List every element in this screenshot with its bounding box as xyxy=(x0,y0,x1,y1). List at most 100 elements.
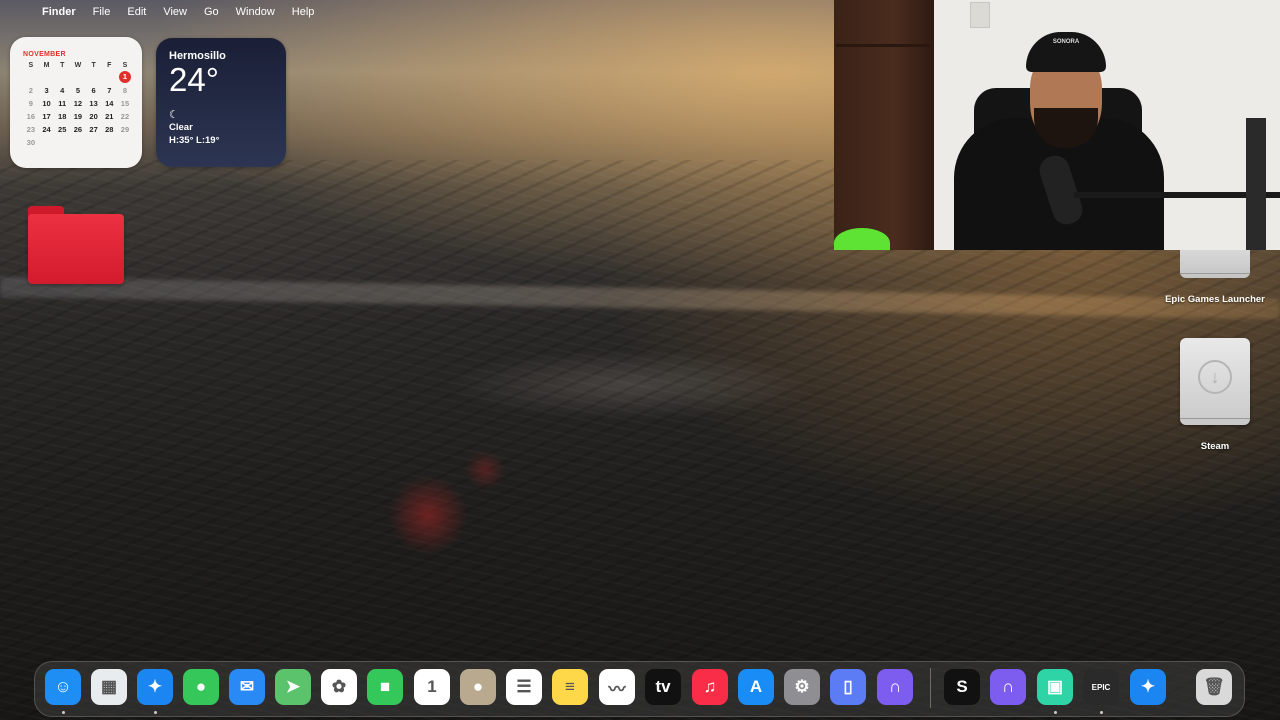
calendar-day: 30 xyxy=(26,138,36,147)
facetime-icon[interactable]: ■ xyxy=(367,669,403,705)
menu-help[interactable]: Help xyxy=(292,6,315,18)
weather-high-low: H:35° L:19° xyxy=(169,135,220,146)
messages-icon[interactable]: ● xyxy=(183,669,219,705)
reminders-icon[interactable]: ☰ xyxy=(506,669,542,705)
calendar-day: 16 xyxy=(26,112,36,121)
calendar-day xyxy=(117,138,133,148)
calendar-day: 18 xyxy=(58,112,67,121)
calendar-day: 13 xyxy=(89,99,98,108)
red-folder-icon[interactable] xyxy=(28,206,124,284)
arc-icon[interactable]: ∩ xyxy=(877,669,913,705)
calendar-day: 3 xyxy=(44,86,49,95)
download-arrow-icon: ↓ xyxy=(1198,360,1232,394)
calendar-icon[interactable]: 1 xyxy=(414,669,450,705)
calendar-day-name: S xyxy=(122,62,128,69)
calendar-day: 26 xyxy=(73,125,83,134)
calendar-day: 11 xyxy=(58,99,67,108)
menu-finder[interactable]: Finder xyxy=(42,6,76,18)
photos-icon[interactable]: ✿ xyxy=(321,669,357,705)
safari-download-icon[interactable]: ✦ xyxy=(1130,669,1166,705)
calendar-day: 5 xyxy=(75,86,80,95)
calendar-day: 7 xyxy=(107,86,112,95)
running-indicator xyxy=(62,711,65,714)
calendar-day: 28 xyxy=(105,125,114,134)
apple-tv-icon[interactable]: tv xyxy=(645,669,681,705)
light-switch xyxy=(970,2,990,28)
calendar-day xyxy=(54,138,70,148)
wallpaper-river xyxy=(0,276,1280,320)
menu-view[interactable]: View xyxy=(163,6,187,18)
arc-alt-icon[interactable]: ∩ xyxy=(990,669,1026,705)
calendar-day xyxy=(86,138,102,148)
freeform-icon[interactable]: 〰 xyxy=(599,669,635,705)
webcam-door xyxy=(834,0,934,250)
epic-games-label[interactable]: Epic Games Launcher xyxy=(1150,294,1280,305)
menu-edit[interactable]: Edit xyxy=(127,6,146,18)
calendar-day: 23 xyxy=(26,125,36,134)
calendar-day: 20 xyxy=(89,112,98,121)
running-indicator xyxy=(154,711,157,714)
lens-flare-small xyxy=(465,450,505,490)
calendar-day: 22 xyxy=(120,112,130,121)
launchpad-icon[interactable]: ▦ xyxy=(91,669,127,705)
gear-icon[interactable]: ⚙ xyxy=(784,669,820,705)
codecov-icon[interactable]: ▣ xyxy=(1037,669,1073,705)
calendar-grid: S M T W T F S 1 2 3 4 5 6 7 8 9 10 11 12 13 14 15 16 17 18 19 20 21… xyxy=(23,62,132,148)
calendar-day xyxy=(70,72,86,82)
music-icon[interactable]: ♫ xyxy=(692,669,728,705)
calendar-day xyxy=(101,72,117,82)
app-store-icon[interactable]: A xyxy=(738,669,774,705)
calendar-day xyxy=(23,72,39,82)
calendar-day: 9 xyxy=(28,99,33,108)
calendar-day-name: M xyxy=(43,62,50,69)
calendar-day: 8 xyxy=(122,86,128,95)
running-indicator xyxy=(1100,711,1103,714)
calendar-today: 1 xyxy=(118,71,131,83)
safari-icon[interactable]: ✦ xyxy=(137,669,173,705)
cap-text: SONORA xyxy=(1052,39,1080,45)
iphone-mirroring-icon[interactable]: ▯ xyxy=(830,669,866,705)
calendar-day-name: W xyxy=(74,62,82,69)
calendar-day-name: T xyxy=(60,62,65,69)
calendar-day: 6 xyxy=(91,86,96,95)
menu-window[interactable]: Window xyxy=(236,6,275,18)
calendar-month: NOVEMBER xyxy=(23,51,66,58)
contacts-icon[interactable]: ● xyxy=(460,669,496,705)
epic-games-disk-icon[interactable] xyxy=(1180,250,1250,278)
menu-file[interactable]: File xyxy=(93,6,111,18)
green-object xyxy=(834,228,890,250)
calendar-day-name: F xyxy=(107,62,112,69)
calendar-day: 19 xyxy=(73,112,83,121)
notes-icon[interactable]: ≡ xyxy=(552,669,588,705)
calendar-day: 15 xyxy=(120,99,130,108)
weather-widget[interactable]: Hermosillo 24° ☾ Clear H:35° L:19° xyxy=(156,38,286,167)
mail-icon[interactable]: ✉ xyxy=(229,669,265,705)
maps-icon[interactable]: ➤ xyxy=(275,669,311,705)
finder-icon[interactable]: ☺ xyxy=(45,669,81,705)
steam-label[interactable]: Steam xyxy=(1175,441,1255,452)
calendar-day: 21 xyxy=(105,112,114,121)
calendar-day: 14 xyxy=(105,99,114,108)
epic-games-icon[interactable]: EPIC xyxy=(1083,669,1119,705)
calendar-day xyxy=(70,138,86,148)
crescent-moon-icon: ☾ xyxy=(169,109,179,121)
calendar-day-name: S xyxy=(28,62,34,69)
calendar-day xyxy=(86,72,102,82)
weather-condition: Clear xyxy=(169,122,193,133)
calendar-day xyxy=(54,72,70,82)
calendar-day-name: T xyxy=(91,62,96,69)
s-app-icon[interactable]: S xyxy=(944,669,980,705)
calendar-day: 25 xyxy=(58,125,67,134)
calendar-day: 24 xyxy=(42,125,51,134)
dock-separator xyxy=(930,668,931,708)
steam-disk-icon[interactable]: ↓ xyxy=(1180,338,1250,425)
menu-go[interactable]: Go xyxy=(204,6,219,18)
calendar-day: 29 xyxy=(120,125,130,134)
webcam-overlay: SONORA xyxy=(834,0,1280,250)
calendar-widget[interactable]: NOVEMBER S M T W T F S 1 2 3 4 5 6 7 8 9 10 11 12 13 14 15 16 1… xyxy=(10,37,142,168)
weather-temperature: 24° xyxy=(169,61,219,98)
calendar-day: 17 xyxy=(42,112,51,121)
trash-icon[interactable]: 🗑 xyxy=(1196,669,1232,705)
calendar-day xyxy=(101,138,117,148)
mic-stand xyxy=(1246,118,1266,250)
